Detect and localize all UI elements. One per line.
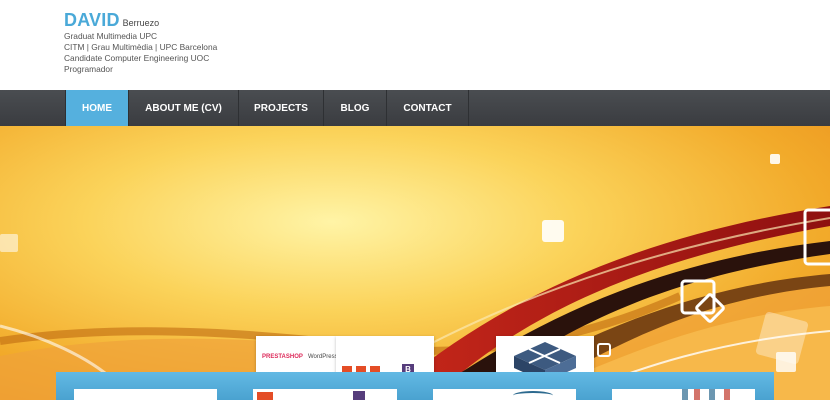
project-card-4[interactable] xyxy=(612,389,755,400)
main-nav: HOME ABOUT ME (CV) PROJECTS BLOG CONTACT xyxy=(0,90,830,126)
nav-item-home[interactable]: HOME xyxy=(65,90,129,126)
tagline-line-1: Graduat Multimedia UPC xyxy=(64,31,158,41)
site-header: DAVID Berruezo Graduat Multimedia UPC CI… xyxy=(0,0,830,90)
card-2-bootstrap-logo xyxy=(353,391,365,400)
mysql-dolphin-icon xyxy=(513,391,553,400)
project-card-1[interactable] xyxy=(74,389,217,400)
brand-last-name: Berruezo xyxy=(122,18,160,28)
tagline-line-4: Programador xyxy=(64,64,113,74)
project-card-3[interactable] xyxy=(433,389,576,400)
nav-item-about[interactable]: ABOUT ME (CV) xyxy=(129,90,239,126)
nav-item-contact[interactable]: CONTACT xyxy=(387,90,469,126)
tagline-line-2: CITM | Grau Multimèdia | UPC Barcelona xyxy=(64,42,218,52)
wordpress-logo: WordPress xyxy=(308,354,338,360)
brand-block: DAVID Berruezo Graduat Multimedia UPC CI… xyxy=(64,10,217,75)
tagline-line-3: Candidate Computer Engineering UOC xyxy=(64,53,210,63)
site-title[interactable]: DAVID Berruezo xyxy=(64,10,217,31)
card-2-red-logo xyxy=(257,392,273,400)
project-card-2[interactable] xyxy=(253,389,397,400)
nav-item-blog[interactable]: BLOG xyxy=(324,90,387,126)
brand-first-name: DAVID xyxy=(64,10,120,30)
numbers-graphic-icon xyxy=(682,389,742,400)
prestashop-logo: PRESTASHOP xyxy=(262,354,303,360)
nav-item-projects[interactable]: PROJECTS xyxy=(239,90,324,126)
